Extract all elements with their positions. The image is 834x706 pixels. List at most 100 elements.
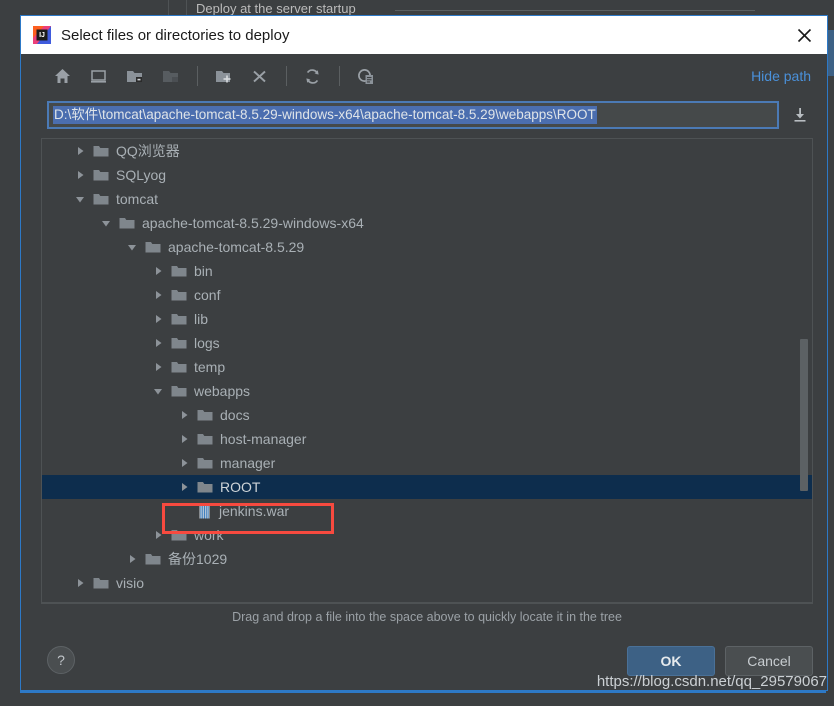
chevron-right-icon[interactable] (150, 335, 166, 351)
tree-row[interactable]: temp (42, 355, 812, 379)
folder-icon (197, 432, 213, 446)
folder-icon (171, 264, 187, 278)
tree-row[interactable]: manager (42, 451, 812, 475)
intellij-idea-icon: IJ (33, 26, 51, 44)
chevron-right-icon[interactable] (72, 143, 88, 159)
tree-item-label: manager (220, 455, 276, 471)
ok-button[interactable]: OK (627, 646, 715, 676)
tree-scrollbar-track[interactable] (798, 139, 811, 602)
dialog-button-bar: ? OK Cancel (21, 630, 827, 690)
chevron-right-icon[interactable] (72, 167, 88, 183)
module-folder-icon[interactable] (155, 62, 185, 90)
chevron-right-icon[interactable] (150, 263, 166, 279)
tree-item-label: ROOT (220, 479, 261, 495)
tree-row[interactable]: host-manager (42, 427, 812, 451)
folder-icon (171, 360, 187, 374)
toolbar-separator-1 (197, 66, 198, 86)
tree-item-label: logs (194, 335, 220, 351)
chevron-right-icon[interactable] (124, 551, 140, 567)
chevron-right-icon[interactable] (150, 359, 166, 375)
tree-item-label: apache-tomcat-8.5.29 (168, 239, 305, 255)
drag-drop-hint: Drag and drop a file into the space abov… (41, 603, 813, 630)
delete-icon[interactable] (244, 62, 274, 90)
chevron-down-icon[interactable] (72, 191, 88, 207)
folder-icon (119, 216, 135, 230)
show-hidden-icon[interactable] (350, 62, 380, 90)
chevron-right-icon[interactable] (176, 479, 192, 495)
folder-icon (93, 168, 109, 182)
folder-icon (171, 288, 187, 302)
folder-icon (93, 576, 109, 590)
tree-item-label: docs (220, 407, 250, 423)
chevron-right-icon[interactable] (72, 575, 88, 591)
tree-row[interactable]: conf (42, 283, 812, 307)
tree-row[interactable]: bin (42, 259, 812, 283)
file-tree[interactable]: QQ浏览器 SQLyog tomcat apache-tomcat-8.5.29-wi… (42, 139, 812, 602)
tree-row[interactable]: apache-tomcat-8.5.29 (42, 235, 812, 259)
dialog-title: Select files or directories to deploy (61, 26, 290, 44)
folder-icon (197, 408, 213, 422)
tree-scrollbar-thumb[interactable] (800, 339, 808, 491)
dialog-title-bar: IJ Select files or directories to deploy (21, 16, 827, 54)
chevron-right-icon[interactable] (176, 407, 192, 423)
tree-row[interactable]: work (42, 523, 812, 547)
dialog-action-buttons: OK Cancel (627, 646, 813, 690)
folder-icon (171, 336, 187, 350)
folder-icon (145, 552, 161, 566)
folder-icon (145, 240, 161, 254)
folder-icon (171, 384, 187, 398)
ide-separator-line (395, 10, 755, 11)
tree-row-selected[interactable]: ROOT (42, 475, 812, 499)
tree-item-label: work (194, 527, 224, 543)
tree-row[interactable]: jenkins.war (42, 499, 812, 523)
tree-row[interactable]: SQLyog (42, 163, 812, 187)
war-archive-icon (198, 504, 211, 519)
chevron-right-icon[interactable] (150, 527, 166, 543)
dialog-bottom-accent-line (20, 691, 826, 693)
chevron-right-icon[interactable] (150, 311, 166, 327)
tree-row[interactable]: visio (42, 571, 812, 595)
chevron-right-icon[interactable] (150, 287, 166, 303)
chevron-right-icon[interactable] (176, 455, 192, 471)
home-icon[interactable] (47, 62, 77, 90)
project-folder-icon[interactable] (119, 62, 149, 90)
tree-row[interactable]: logs (42, 331, 812, 355)
toolbar-separator-3 (339, 66, 340, 86)
tree-row[interactable]: docs (42, 403, 812, 427)
tree-item-label: temp (194, 359, 226, 375)
tree-item-label: bin (194, 263, 213, 279)
file-tree-panel: QQ浏览器 SQLyog tomcat apache-tomcat-8.5.29-wi… (41, 138, 813, 603)
tree-row[interactable]: QQ浏览器 (42, 139, 812, 163)
chevron-down-icon[interactable] (98, 215, 114, 231)
dialog-toolbar: Hide path (21, 54, 827, 98)
path-input[interactable]: D:\软件\tomcat\apache-tomcat-8.5.29-window… (47, 101, 779, 129)
help-icon[interactable]: ? (47, 646, 75, 674)
tree-item-label: host-manager (220, 431, 307, 447)
chevron-down-icon[interactable] (124, 239, 140, 255)
hide-path-link[interactable]: Hide path (751, 68, 813, 84)
desktop-icon[interactable] (83, 62, 113, 90)
tree-item-label: QQ浏览器 (116, 143, 180, 159)
chevron-right-icon[interactable] (176, 431, 192, 447)
toolbar-separator-2 (286, 66, 287, 86)
tree-item-label: jenkins.war (219, 503, 290, 519)
cancel-button[interactable]: Cancel (725, 646, 813, 676)
expand-down-icon[interactable] (787, 102, 813, 128)
tree-row[interactable]: tomcat (42, 187, 812, 211)
deploy-at-server-startup-label: Deploy at the server startup (196, 1, 356, 16)
tree-item-label: visio (116, 575, 145, 591)
close-icon[interactable] (781, 16, 827, 54)
folder-icon (93, 144, 109, 158)
tree-row[interactable]: apache-tomcat-8.5.29-windows-x64 (42, 211, 812, 235)
tree-row[interactable]: webapps (42, 379, 812, 403)
folder-icon (93, 192, 109, 206)
folder-icon (197, 480, 213, 494)
folder-icon (197, 456, 213, 470)
tree-row[interactable]: 备份1029 (42, 547, 812, 571)
refresh-icon[interactable] (297, 62, 327, 90)
tree-item-label: tomcat (116, 191, 159, 207)
new-folder-icon[interactable] (208, 62, 238, 90)
folder-icon (171, 528, 187, 542)
tree-row[interactable]: lib (42, 307, 812, 331)
chevron-down-icon[interactable] (150, 383, 166, 399)
